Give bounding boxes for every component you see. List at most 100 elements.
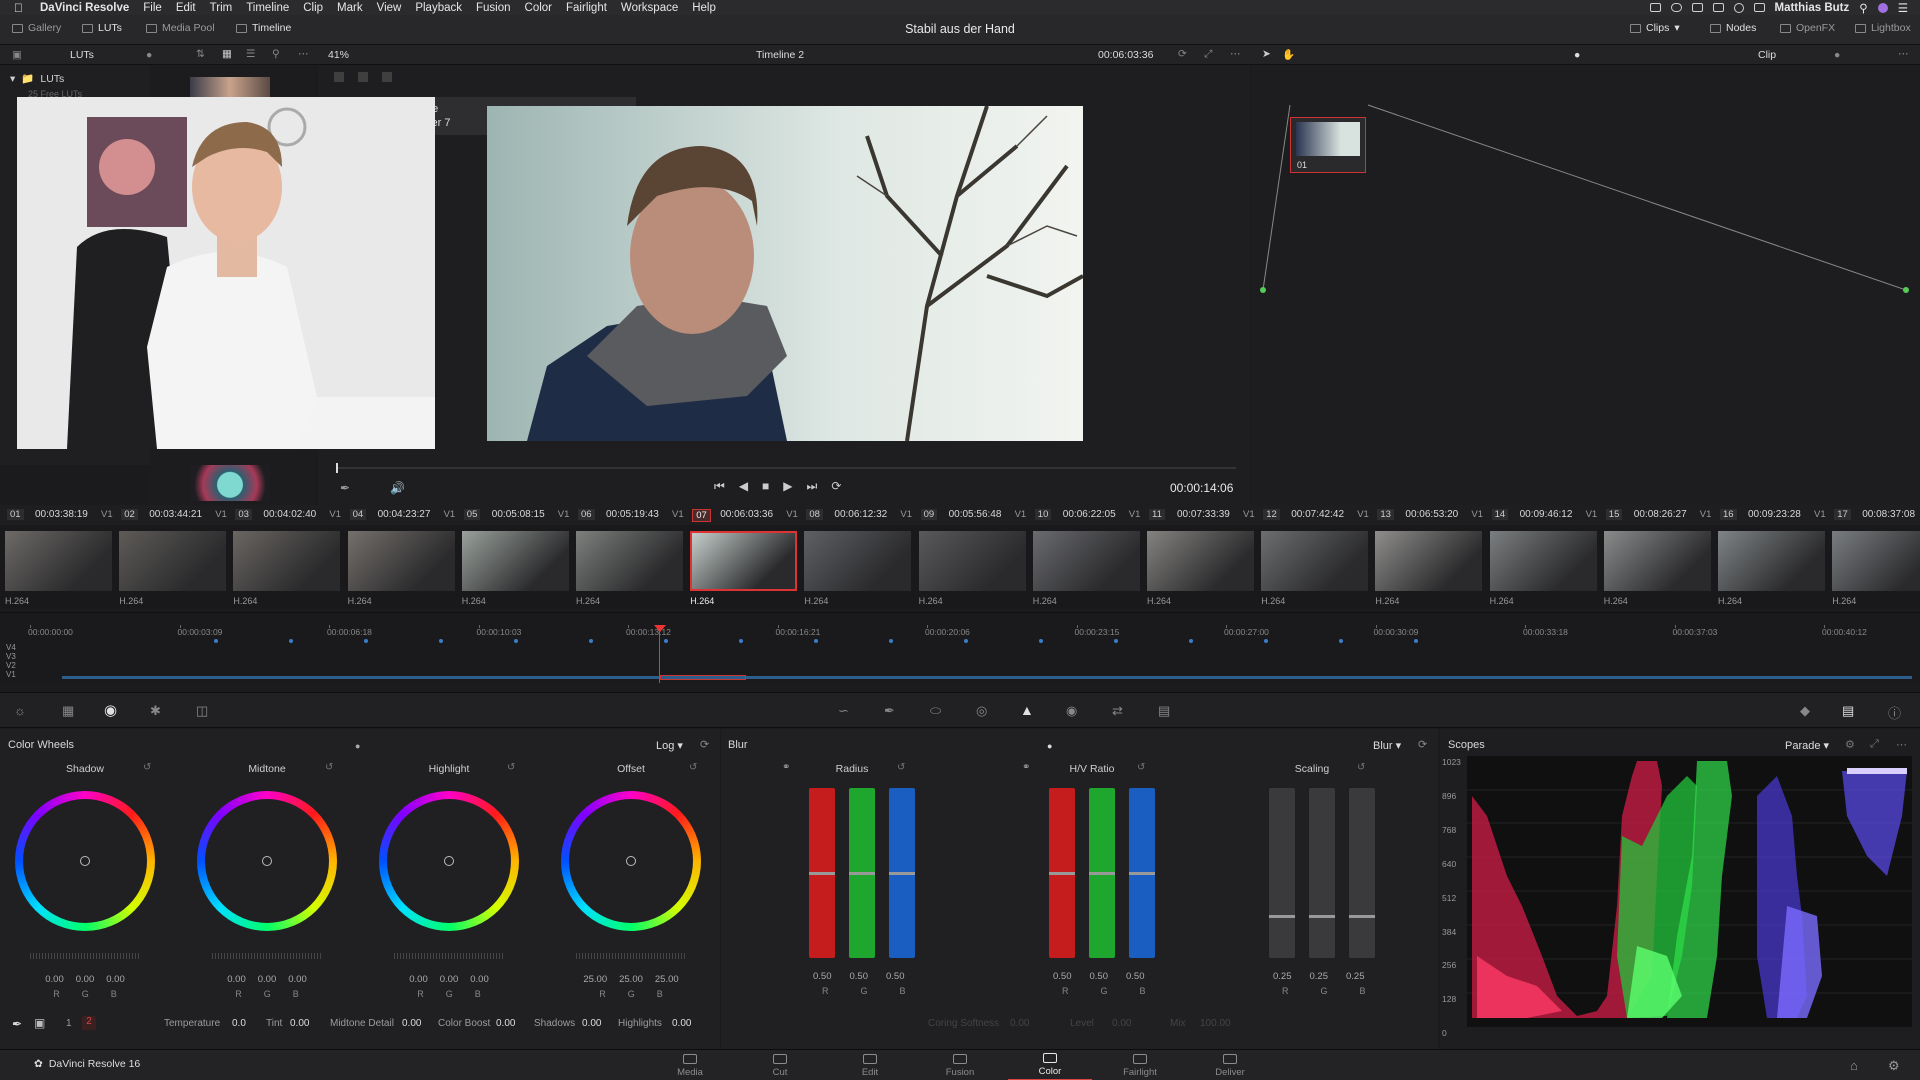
clip-marker-dot[interactable] [439, 639, 443, 643]
blur-value[interactable]: 0.25 [1310, 971, 1329, 982]
blur-icon[interactable]: ▲ [1020, 702, 1034, 718]
menu-file[interactable]: File [143, 2, 162, 14]
clip-thumbnail[interactable] [1718, 531, 1825, 591]
level-value[interactable]: 0.00 [1112, 1018, 1131, 1029]
search-icon[interactable]: ⚲ [1859, 1, 1867, 15]
coring-softness-value[interactable]: 0.00 [1010, 1018, 1029, 1029]
wheel-value[interactable]: 0.00 [409, 974, 428, 985]
highlights-value[interactable]: 0.00 [672, 1018, 691, 1029]
wheel-center-handle[interactable] [80, 856, 90, 866]
blur-value[interactable]: 0.25 [1346, 971, 1365, 982]
wheel-value[interactable]: 0.00 [288, 974, 307, 985]
search-icon[interactable]: ⚲ [272, 48, 280, 60]
blur-mode-selector[interactable]: Blur ▾ [1373, 739, 1401, 752]
wheel-value[interactable]: 0.00 [470, 974, 489, 985]
more-icon[interactable]: ⋯ [1896, 738, 1907, 751]
menu-view[interactable]: View [377, 2, 402, 14]
clip-number[interactable]: 04 [349, 509, 367, 520]
lut-thumbnail[interactable] [190, 465, 270, 501]
siri-icon[interactable] [1877, 2, 1888, 13]
bluetooth-icon[interactable] [1712, 3, 1724, 12]
clip-thumbnail[interactable] [347, 531, 455, 591]
wheel-reset-icon[interactable]: ↺ [507, 762, 515, 773]
clip-number[interactable]: 06 [578, 509, 595, 520]
blur-channel-bar[interactable] [849, 788, 875, 958]
clip-number[interactable]: 11 [1149, 509, 1165, 520]
clip-number[interactable]: 13 [1377, 509, 1394, 520]
clip-marker-dot[interactable] [889, 639, 893, 643]
reset-icon[interactable]: ⟳ [1418, 738, 1427, 751]
color-match-icon[interactable]: ▦ [62, 703, 74, 719]
clip-marker-dot[interactable] [514, 639, 518, 643]
scrub-playhead[interactable] [336, 463, 338, 473]
color-boost-value[interactable]: 0.00 [496, 1018, 515, 1029]
menu-color[interactable]: Color [525, 2, 552, 14]
more-icon[interactable]: ⋯ [1898, 48, 1909, 60]
clip-number[interactable]: 03 [235, 509, 252, 520]
zoom-level[interactable]: 41% [328, 49, 349, 61]
blur-value[interactable]: 0.25 [1273, 971, 1292, 982]
menu-timeline[interactable]: Timeline [246, 2, 289, 14]
window-icon[interactable]: ⬭ [930, 703, 941, 719]
clip-thumbnail[interactable] [1603, 531, 1711, 591]
menu-fusion[interactable]: Fusion [476, 2, 511, 14]
clip-thumbnail[interactable] [233, 531, 341, 591]
clip-mode-selector[interactable]: Clip [1758, 49, 1776, 61]
wheel-center-handle[interactable] [626, 856, 636, 866]
clip-marker-dot[interactable] [1039, 639, 1043, 643]
last-frame-icon[interactable]: ⏭ [807, 479, 818, 494]
lut-tree-root[interactable]: ▾ 📁 LUTs [10, 72, 64, 86]
openfx-button[interactable]: OpenFX [1780, 22, 1835, 34]
page-tab-edit[interactable]: Edit [828, 1050, 912, 1080]
first-frame-icon[interactable]: ⏮ [714, 479, 725, 494]
scope-settings-icon[interactable]: ⚙ [1845, 738, 1855, 751]
edit-tool-icon[interactable]: ✒ [340, 481, 350, 495]
clips-button[interactable]: Clips ▾ [1630, 22, 1680, 34]
clip-thumbnail[interactable] [918, 531, 1026, 591]
blur-channel-bar[interactable] [1049, 788, 1075, 958]
bar-knob[interactable] [1129, 872, 1155, 875]
clip-marker-dot[interactable] [1414, 639, 1418, 643]
more-icon[interactable]: ⋯ [298, 48, 309, 60]
clip-number[interactable]: 17 [1834, 509, 1851, 520]
clip-number[interactable]: 01 [7, 509, 24, 520]
node-editor[interactable]: 01 [1252, 65, 1920, 505]
master-wheel-slider[interactable] [212, 953, 322, 959]
settings-icon[interactable]: ⚙ [1888, 1058, 1900, 1074]
3d-icon[interactable]: ▤ [1158, 703, 1170, 719]
cloud-icon[interactable] [1670, 3, 1682, 12]
page-tab-cut[interactable]: Cut [738, 1050, 822, 1080]
loop-icon[interactable]: ⟳ [831, 479, 841, 494]
clip-number[interactable]: 10 [1034, 509, 1052, 520]
clip-number[interactable]: 07 [692, 509, 711, 522]
blur-channel-bar[interactable] [1309, 788, 1335, 958]
bar-knob[interactable] [889, 872, 915, 875]
blur-value[interactable]: 0.50 [850, 971, 869, 982]
key-icon[interactable]: ◉ [1066, 703, 1077, 719]
clip-marker-dot[interactable] [214, 639, 218, 643]
wheel-reset-icon[interactable]: ↺ [325, 762, 333, 773]
lut-thumbnail[interactable] [190, 77, 270, 99]
list-icon[interactable]: ☰ [1898, 1, 1908, 15]
info-icon[interactable]: ⓘ [1888, 703, 1901, 722]
home-icon[interactable]: ⌂ [1850, 1058, 1858, 1073]
clip-thumbnail[interactable] [576, 531, 683, 591]
page-tab-deliver[interactable]: Deliver [1188, 1050, 1272, 1080]
fullscreen-icon[interactable]: ⤢ [1204, 48, 1212, 61]
page-dot-icon[interactable]: ● [1047, 741, 1052, 751]
scope-mode-selector[interactable]: Parade ▾ [1785, 739, 1829, 752]
wheel-value[interactable]: 0.00 [440, 974, 459, 985]
link-icon[interactable]: ⚭ [1022, 762, 1030, 773]
clip-number[interactable]: 16 [1720, 509, 1737, 520]
clip-marker-dot[interactable] [1339, 639, 1343, 643]
hand-icon[interactable]: ✋ [1282, 48, 1295, 61]
menu-trim[interactable]: Trim [210, 2, 233, 14]
bar-knob[interactable] [849, 872, 875, 875]
reverse-icon[interactable]: ◀ [739, 479, 748, 494]
keyframes-icon[interactable]: ◆ [1800, 703, 1810, 719]
clip-number[interactable]: 02 [121, 509, 138, 520]
mix-value[interactable]: 100.00 [1200, 1018, 1231, 1029]
menu-help[interactable]: Help [692, 2, 716, 14]
clip-marker-dot[interactable] [739, 639, 743, 643]
volume-icon[interactable]: 🔊 [390, 481, 405, 495]
